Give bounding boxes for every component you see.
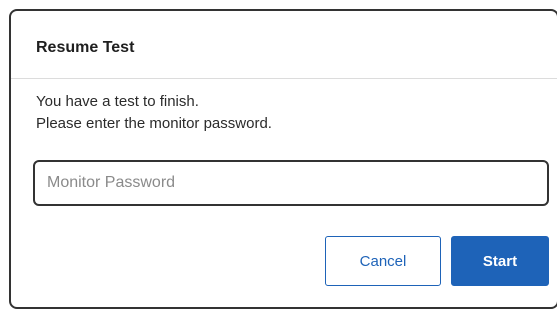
resume-test-dialog: Resume Test You have a test to finish. P… [9,9,557,309]
message-line-2: Please enter the monitor password. [36,115,272,132]
monitor-password-input[interactable] [33,160,549,206]
start-button[interactable]: Start [451,236,549,286]
dialog-message: You have a test to finish. Please enter … [36,91,272,135]
title-divider [11,78,557,79]
message-line-1: You have a test to finish. [36,93,199,110]
dialog-title: Resume Test [36,39,135,56]
cancel-button[interactable]: Cancel [325,236,441,286]
